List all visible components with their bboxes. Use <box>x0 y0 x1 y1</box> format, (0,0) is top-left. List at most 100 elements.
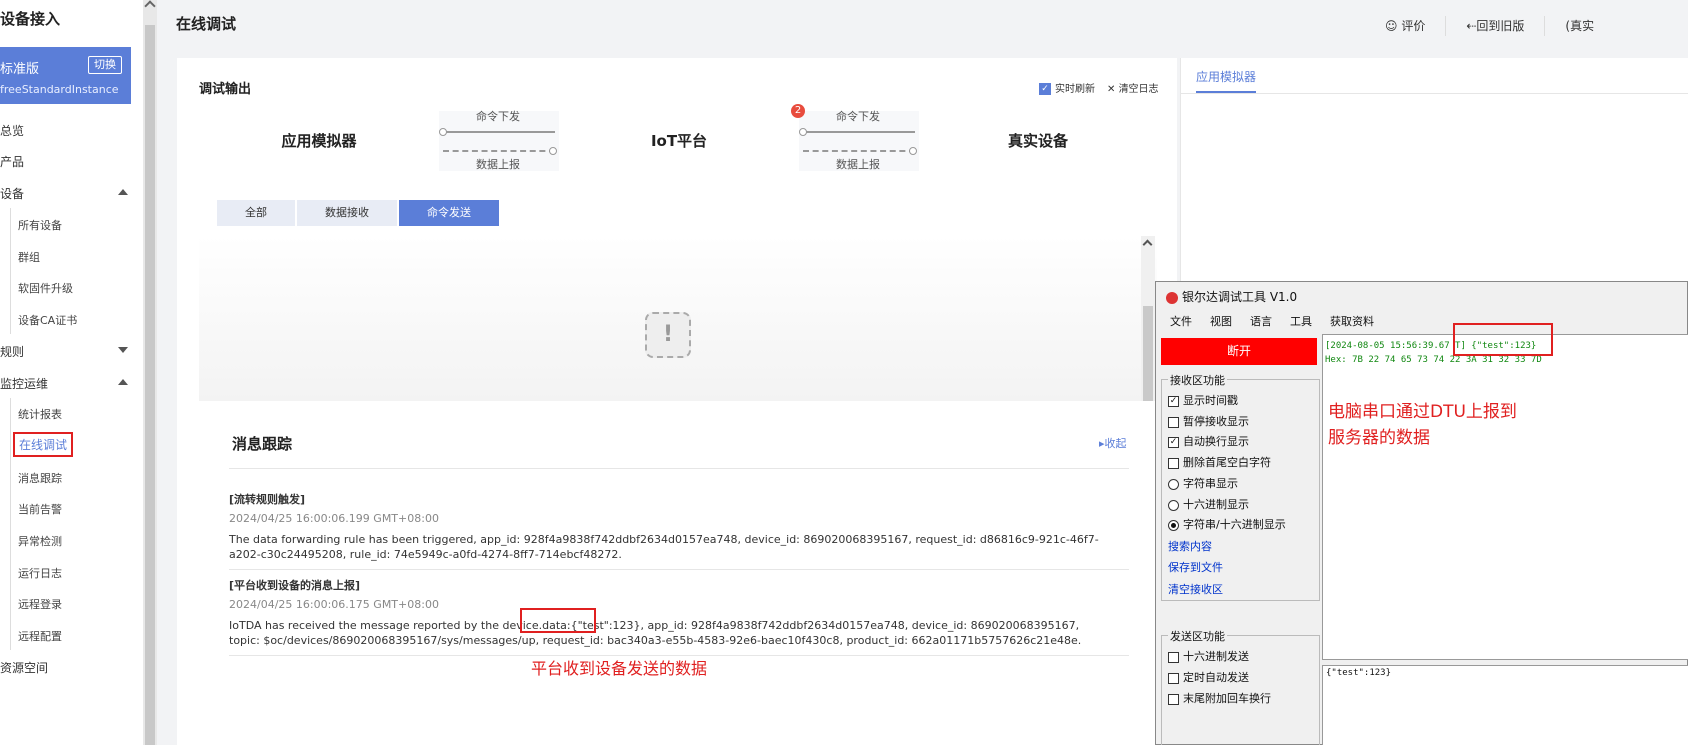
clear-log-button[interactable]: ✕ 清空日志 <box>1107 80 1159 95</box>
realtime-refresh-checkbox[interactable]: ✓ 实时刷新 <box>1039 80 1095 95</box>
sidebar-item-all-devices[interactable]: 所有设备 <box>18 217 62 233</box>
radio-string-hex[interactable]: 字符串/十六进制显示 <box>1168 516 1286 532</box>
sidebar-item-run-log[interactable]: 运行日志 <box>18 565 62 581</box>
annotation-platform-received: 平台收到设备发送的数据 <box>531 659 708 678</box>
data-up-label: 数据上报 <box>476 158 520 171</box>
checkbox-icon <box>1168 457 1179 469</box>
opt-pause-receive[interactable]: 暂停接收显示 <box>1168 413 1249 429</box>
send-text: {"test":123} <box>1326 668 1392 678</box>
option-label: 字符串/十六进制显示 <box>1183 518 1286 531</box>
sidebar-item-groups[interactable]: 群组 <box>18 249 40 265</box>
opt-trim-whitespace[interactable]: 删除首尾空白字符 <box>1168 454 1271 470</box>
annotation-line2: 服务器的数据 <box>1328 428 1430 448</box>
checkbox-checked-icon: ✓ <box>1168 395 1179 407</box>
opt-append-crlf[interactable]: 末尾附加回车换行 <box>1168 690 1271 706</box>
clear-receive-link[interactable]: 清空接收区 <box>1168 581 1223 597</box>
header-links: ☺ 评价 ⇠回到旧版 (真实 <box>1385 16 1614 36</box>
receive-options-group: 接收区功能 ✓ 显示时间戳 暂停接收显示 ✓ 自动换行显示 删除首尾空白字符 字符串… <box>1161 372 1320 601</box>
radio-selected-icon <box>1168 519 1179 531</box>
checkbox-icon <box>1168 672 1179 684</box>
collapse-button[interactable]: ▸收起 <box>1099 435 1127 451</box>
divider <box>229 468 1129 469</box>
receive-area[interactable]: [2024-08-05 15:56:39.67 T] {"test":123} … <box>1322 323 1688 660</box>
menu-get-resources[interactable]: 获取资料 <box>1330 315 1374 328</box>
empty-state-icon: ! <box>645 312 691 358</box>
arrow-right-line <box>443 131 555 133</box>
menu-tools[interactable]: 工具 <box>1290 315 1312 328</box>
divider <box>1181 93 1688 94</box>
notification-badge: 2 <box>791 104 805 118</box>
divider <box>1544 16 1546 36</box>
sidebar: 设备接入 标准版 切换 freeStandardInstance 总览 产品 设… <box>0 0 143 745</box>
radio-hex[interactable]: 十六进制显示 <box>1168 496 1249 512</box>
data-up-label: 数据上报 <box>836 158 880 171</box>
flow-dot <box>439 128 447 136</box>
sidebar-item-online-debug[interactable]: 在线调试 <box>13 432 74 457</box>
sidebar-item-remote-login[interactable]: 远程登录 <box>18 596 62 612</box>
sidebar-item-message-trace[interactable]: 消息跟踪 <box>18 470 62 486</box>
scrollbar-thumb[interactable] <box>145 25 155 745</box>
sidebar-item-overview[interactable]: 总览 <box>0 122 24 139</box>
realtime-label: 实时刷新 <box>1055 84 1095 95</box>
checkbox-checked-icon: ✓ <box>1168 436 1179 448</box>
scroll-up-icon[interactable] <box>1142 239 1153 250</box>
rate-link[interactable]: ☺ 评价 <box>1385 19 1425 33</box>
sidebar-item-device[interactable]: 设备 <box>0 185 130 202</box>
scroll-up-icon[interactable] <box>144 0 156 12</box>
flow-dot <box>909 147 917 155</box>
radio-string[interactable]: 字符串显示 <box>1168 475 1238 491</box>
tab-app-simulator[interactable]: 应用模拟器 <box>1196 68 1257 93</box>
page-title: 在线调试 <box>176 15 237 33</box>
tab-data-received[interactable]: 数据接收 <box>297 200 397 226</box>
option-label: 删除首尾空白字符 <box>1183 456 1271 469</box>
highlight-box <box>520 608 596 633</box>
message-trace-title: 消息跟踪 <box>232 435 293 453</box>
back-to-old-link[interactable]: ⇠回到旧版 <box>1466 19 1524 33</box>
chevron-down-icon <box>118 347 128 353</box>
send-options-group: 发送区功能 十六进制发送 定时自动发送 末尾附加回车换行 <box>1161 628 1320 745</box>
sidebar-item-ca-cert[interactable]: 设备CA证书 <box>18 312 77 328</box>
save-to-file-link[interactable]: 保存到文件 <box>1168 559 1223 575</box>
sidebar-scrollbar[interactable] <box>143 0 157 745</box>
sidebar-item-anomaly[interactable]: 异常检测 <box>18 533 62 549</box>
output-scrollbar[interactable] <box>1141 236 1155 401</box>
tab-command-sent[interactable]: 命令发送 <box>399 200 499 226</box>
search-content-link[interactable]: 搜索内容 <box>1168 538 1212 554</box>
opt-show-timestamp[interactable]: ✓ 显示时间戳 <box>1168 392 1238 408</box>
divider <box>1445 16 1447 36</box>
sidebar-item-firmware[interactable]: 软固件升级 <box>18 280 73 296</box>
sidebar-item-monitoring[interactable]: 监控运维 <box>0 375 130 392</box>
scrollbar-thumb[interactable] <box>1143 306 1153 401</box>
sidebar-item-label: 规则 <box>0 345 25 359</box>
opt-auto-wrap[interactable]: ✓ 自动换行显示 <box>1168 433 1249 449</box>
flow-iot-platform: IoT平台 <box>559 111 799 171</box>
menu-file[interactable]: 文件 <box>1170 315 1192 328</box>
edition-name: 标准版 <box>0 62 40 77</box>
arrow-left-line <box>803 150 915 152</box>
menu-view[interactable]: 视图 <box>1210 315 1232 328</box>
menu-language[interactable]: 语言 <box>1250 315 1272 328</box>
radio-icon <box>1168 499 1179 511</box>
clear-log-label: 清空日志 <box>1118 84 1159 95</box>
opt-hex-send[interactable]: 十六进制发送 <box>1168 648 1249 664</box>
opt-timed-send[interactable]: 定时自动发送 <box>1168 669 1249 685</box>
checkbox-icon <box>1168 651 1179 663</box>
radio-icon <box>1168 478 1179 490</box>
real-device-link[interactable]: (真实 <box>1565 19 1594 33</box>
send-input[interactable]: {"test":123} <box>1322 665 1688 745</box>
serial-tool-window: 银尔达调试工具 V1.0 文件 视图 语言 工具 获取资料 断开 接收区功能 ✓ 显示时间… <box>1155 281 1688 745</box>
flow-diagram: 应用模拟器 IoT平台 真实设备 命令下发 数据上报 2 命令下发 数据上报 <box>199 104 1157 171</box>
sidebar-item-remote-config[interactable]: 远程配置 <box>18 628 62 644</box>
sidebar-item-product[interactable]: 产品 <box>0 153 24 170</box>
tab-all[interactable]: 全部 <box>217 200 295 226</box>
sidebar-item-alarms[interactable]: 当前告警 <box>18 501 62 517</box>
sidebar-item-statistics[interactable]: 统计报表 <box>18 406 62 422</box>
option-label: 显示时间戳 <box>1183 394 1238 407</box>
disconnect-button[interactable]: 断开 <box>1161 338 1317 365</box>
instance-name: freeStandardInstance <box>0 83 119 96</box>
chevron-up-icon <box>118 379 128 385</box>
switch-edition-button[interactable]: 切换 <box>88 56 122 74</box>
serial-tool-title: 银尔达调试工具 V1.0 <box>1166 288 1297 305</box>
sidebar-item-resource-space[interactable]: 资源空间 <box>0 659 48 676</box>
sidebar-item-rules[interactable]: 规则 <box>0 343 130 360</box>
